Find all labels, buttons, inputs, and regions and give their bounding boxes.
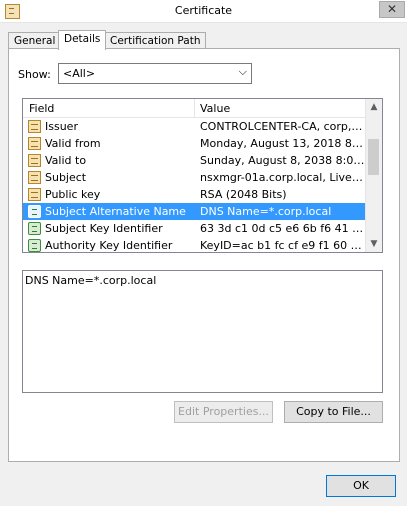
table-row[interactable]: Subject nsxmgr-01a.corp.local, LiveFir...	[23, 169, 367, 186]
tab-general[interactable]: General	[8, 32, 62, 48]
certificate-field-icon	[28, 137, 41, 150]
certificate-field-icon	[28, 154, 41, 167]
field-value: 63 3d c1 0d c5 e6 6b f6 41 3c ...	[200, 222, 365, 235]
field-value: nsxmgr-01a.corp.local, LiveFir...	[200, 171, 365, 184]
tab-certification-path[interactable]: Certification Path	[104, 32, 207, 48]
table-row[interactable]: Subject Key Identifier 63 3d c1 0d c5 e6 …	[23, 220, 367, 237]
chevron-down-icon: ⌵	[238, 65, 247, 78]
list-header: Field Value	[23, 99, 367, 118]
extension-icon	[28, 239, 41, 252]
field-name: Subject	[45, 171, 87, 184]
field-value: DNS Name=*.corp.local	[200, 205, 332, 218]
edit-properties-button[interactable]: Edit Properties...	[174, 401, 273, 423]
vertical-scrollbar[interactable]: ▲ ▼	[365, 99, 382, 252]
field-name: Authority Key Identifier	[45, 239, 173, 252]
certificate-field-icon	[28, 188, 41, 201]
certificate-field-icon	[28, 120, 41, 133]
table-row[interactable]: Subject Alternative Name DNS Name=*.corp.…	[23, 203, 367, 220]
field-value: RSA (2048 Bits)	[200, 188, 287, 201]
column-divider[interactable]	[194, 99, 195, 117]
table-row[interactable]: Valid from Monday, August 13, 2018 8:0...	[23, 135, 367, 152]
ok-button[interactable]: OK	[326, 475, 396, 497]
certificate-field-icon	[28, 171, 41, 184]
show-select-value: <All>	[63, 67, 96, 80]
field-value: Sunday, August 8, 2038 8:01:...	[200, 154, 365, 167]
field-name: Issuer	[45, 120, 78, 133]
field-value: CONTROLCENTER-CA, corp, l...	[200, 120, 365, 133]
table-row[interactable]: Authority Key Identifier KeyID=ac b1 fc c…	[23, 237, 367, 252]
table-row[interactable]: Issuer CONTROLCENTER-CA, corp, l...	[23, 118, 367, 135]
field-value: Monday, August 13, 2018 8:0...	[200, 137, 365, 150]
scroll-down-icon[interactable]: ▼	[366, 236, 382, 252]
scrollbar-thumb[interactable]	[368, 139, 379, 175]
close-button[interactable]: ✕	[379, 1, 405, 18]
show-label: Show:	[18, 68, 51, 81]
table-row[interactable]: Public key RSA (2048 Bits)	[23, 186, 367, 203]
field-value: KeyID=ac b1 fc cf e9 f1 60 99...	[200, 239, 365, 252]
scroll-up-icon[interactable]: ▲	[366, 99, 382, 115]
extension-icon	[28, 205, 41, 218]
title-bar: Certificate ✕	[0, 0, 407, 23]
copy-to-file-button[interactable]: Copy to File...	[284, 401, 383, 423]
column-header-field[interactable]: Field	[29, 102, 54, 115]
window-title: Certificate	[174, 4, 233, 17]
field-name: Valid from	[45, 137, 101, 150]
field-list[interactable]: Field Value Issuer CONTROLCENTER-CA, corp…	[22, 98, 383, 253]
tab-details[interactable]: Details	[58, 30, 107, 50]
field-name: Public key	[45, 188, 101, 201]
detail-text-box[interactable]: DNS Name=*.corp.local	[22, 270, 383, 393]
field-name: Subject Key Identifier	[45, 222, 163, 235]
field-name: Valid to	[45, 154, 87, 167]
field-name: Subject Alternative Name	[45, 205, 186, 218]
table-row[interactable]: Valid to Sunday, August 8, 2038 8:01:...	[23, 152, 367, 169]
extension-icon	[28, 222, 41, 235]
list-rows: Issuer CONTROLCENTER-CA, corp, l... Valid …	[23, 118, 367, 252]
show-select[interactable]: <All> ⌵	[58, 63, 252, 84]
column-header-value[interactable]: Value	[200, 102, 230, 115]
detail-text: DNS Name=*.corp.local	[25, 274, 157, 287]
